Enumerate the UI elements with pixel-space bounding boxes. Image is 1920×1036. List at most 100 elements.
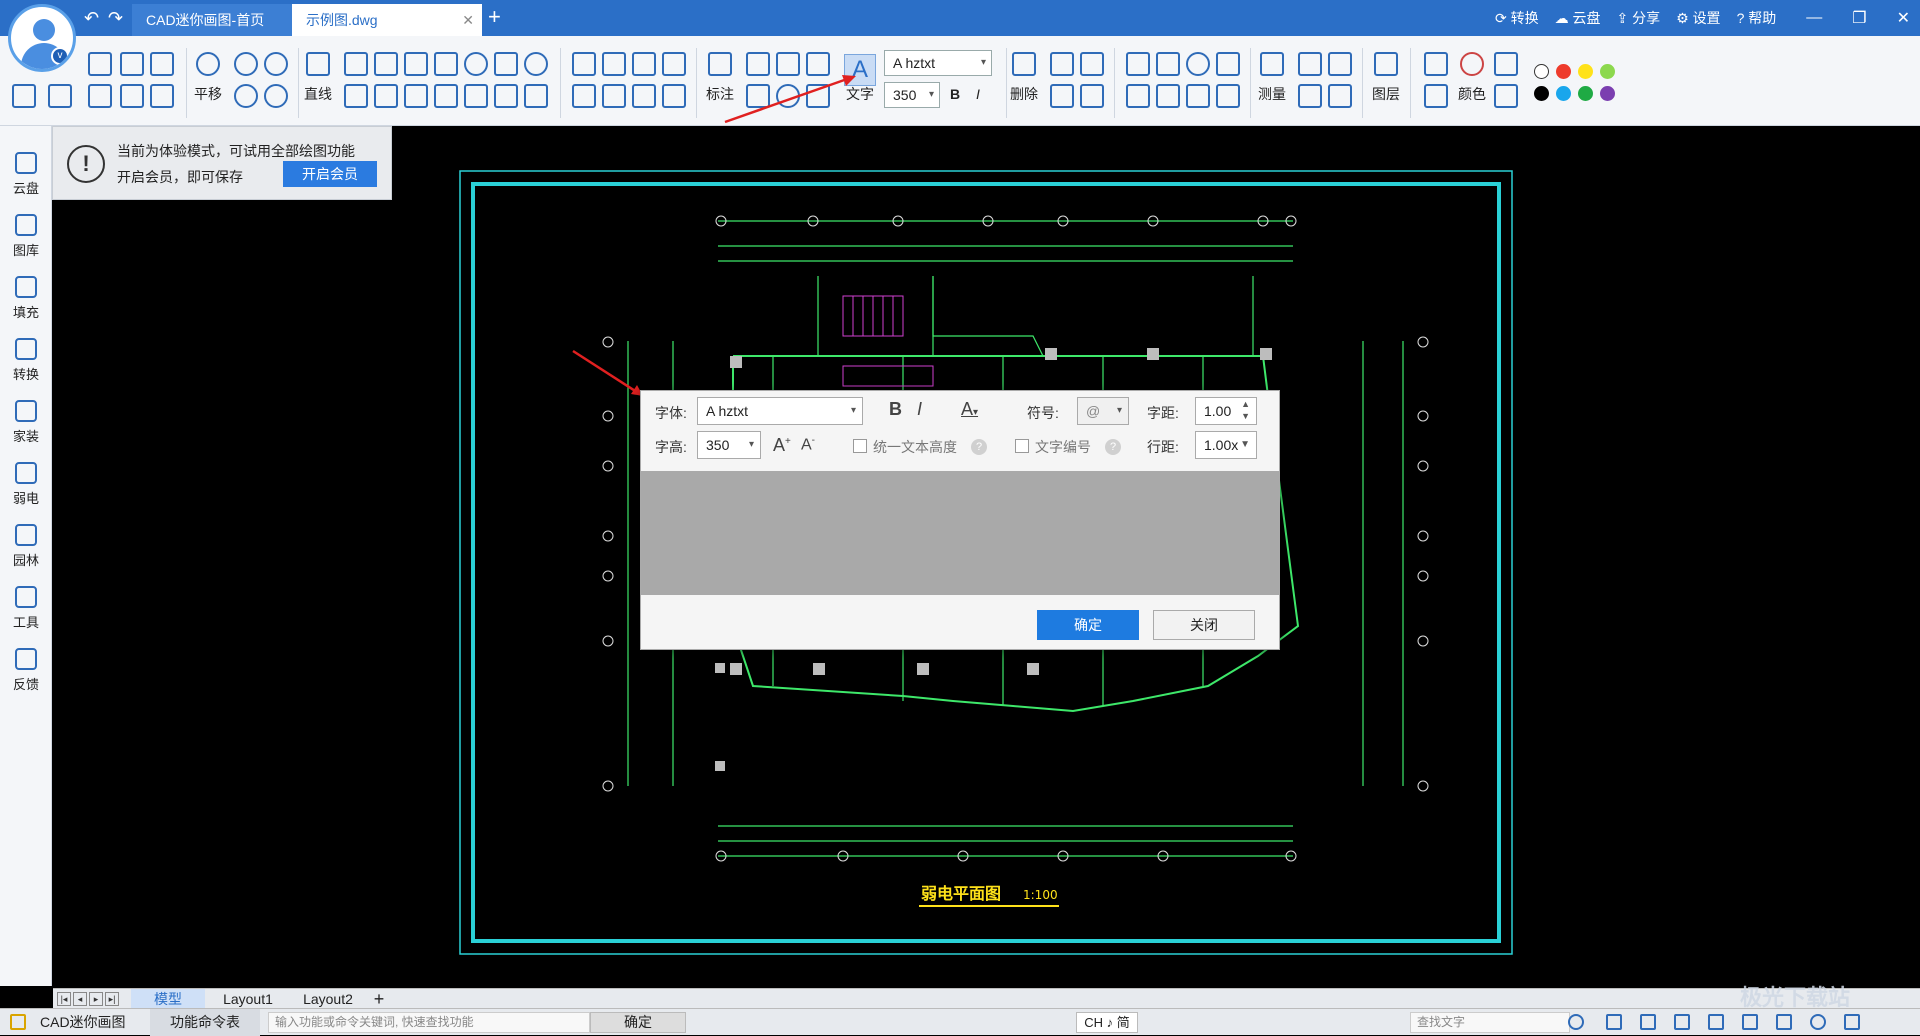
ribbon-bold-button[interactable]: B bbox=[950, 86, 960, 102]
area-icon[interactable] bbox=[1298, 52, 1322, 76]
tab-layout2[interactable]: Layout2 bbox=[291, 989, 365, 1009]
explode-icon[interactable] bbox=[1156, 84, 1180, 108]
box-icon[interactable] bbox=[494, 52, 518, 76]
copy-icon[interactable] bbox=[1050, 52, 1074, 76]
stamp-icon[interactable] bbox=[1080, 84, 1104, 108]
line-spacing-select[interactable]: 1.00x ▼ bbox=[1195, 431, 1257, 459]
curve-icon[interactable] bbox=[434, 84, 458, 108]
shrink-text-button[interactable]: A- bbox=[801, 435, 815, 454]
count-icon[interactable] bbox=[1328, 52, 1352, 76]
offset-icon[interactable] bbox=[1126, 84, 1150, 108]
height-select[interactable]: 350 ▾ bbox=[697, 431, 761, 459]
sidebar-item-cloud[interactable]: 云盘 bbox=[0, 146, 52, 208]
pan-label[interactable]: 平移 bbox=[194, 84, 222, 104]
chamfer-icon[interactable] bbox=[662, 52, 686, 76]
import-icon[interactable] bbox=[48, 84, 72, 108]
arc-icon[interactable] bbox=[374, 52, 398, 76]
maximize-icon[interactable]: ❐ bbox=[1852, 8, 1866, 28]
avatar[interactable]: v bbox=[8, 4, 76, 72]
rotate-icon[interactable] bbox=[1186, 52, 1210, 76]
spacing-stepper[interactable]: 1.00 ▲ ▼ bbox=[1195, 397, 1257, 425]
export-image-icon[interactable] bbox=[150, 84, 174, 108]
tab-model[interactable]: 模型 bbox=[131, 989, 205, 1009]
back-icon[interactable] bbox=[12, 84, 36, 108]
color-swatch[interactable] bbox=[1534, 64, 1549, 79]
command-input[interactable]: 输入功能或命令关键词, 快速查找功能 bbox=[268, 1012, 590, 1033]
paste-icon[interactable] bbox=[1050, 84, 1074, 108]
tab-layout1[interactable]: Layout1 bbox=[211, 989, 285, 1009]
line-weight-icon[interactable] bbox=[1424, 52, 1448, 76]
rectangle-icon[interactable] bbox=[404, 52, 428, 76]
color-wheel-icon[interactable] bbox=[1460, 52, 1484, 76]
hatch-icon[interactable] bbox=[632, 84, 656, 108]
delete-label[interactable]: 删除 bbox=[1010, 84, 1038, 104]
window-close-icon[interactable]: ✕ bbox=[1897, 8, 1910, 28]
pdf-icon[interactable] bbox=[120, 84, 144, 108]
image-icon[interactable] bbox=[1298, 84, 1322, 108]
line-type-icon[interactable] bbox=[1424, 84, 1448, 108]
table-icon[interactable] bbox=[1328, 84, 1352, 108]
zoom-window-icon[interactable] bbox=[234, 84, 258, 108]
color-swatch[interactable] bbox=[1556, 64, 1571, 79]
mirror-icon[interactable] bbox=[1186, 84, 1210, 108]
new-tab-icon[interactable]: + bbox=[488, 4, 501, 30]
text-input-area[interactable] bbox=[641, 471, 1279, 595]
bold-button[interactable]: B bbox=[889, 399, 902, 420]
help-icon[interactable]: ? bbox=[971, 439, 987, 455]
parallelogram-icon[interactable] bbox=[404, 84, 428, 108]
ortho-icon[interactable] bbox=[1708, 1014, 1724, 1030]
group-icon[interactable] bbox=[1216, 84, 1240, 108]
triangle-icon[interactable] bbox=[344, 84, 368, 108]
ribbon-font-select[interactable]: A hztxt ▾ bbox=[884, 50, 992, 76]
line-label[interactable]: 直线 bbox=[304, 84, 332, 104]
command-table-button[interactable]: 功能命令表 bbox=[150, 1009, 260, 1036]
sidebar-item-tools[interactable]: 工具 bbox=[0, 580, 52, 642]
help-icon[interactable]: ? bbox=[1105, 439, 1121, 455]
stepper-arrows-icon[interactable]: ▲ ▼ bbox=[1241, 398, 1250, 422]
polar-icon[interactable] bbox=[1742, 1014, 1758, 1030]
grow-text-button[interactable]: A+ bbox=[773, 435, 791, 456]
convert-top-button[interactable]: ⟳ 转换 bbox=[1495, 8, 1539, 28]
tab-home[interactable]: CAD迷你画图-首页 bbox=[132, 4, 292, 36]
scale-icon[interactable] bbox=[1156, 52, 1180, 76]
ok-button[interactable]: 确定 bbox=[1037, 610, 1139, 640]
dot-grid-icon[interactable] bbox=[1674, 1014, 1690, 1030]
color-label[interactable]: 颜色 bbox=[1458, 84, 1486, 104]
match-prop-icon[interactable] bbox=[1494, 52, 1518, 76]
color-swatch[interactable] bbox=[1534, 86, 1549, 101]
polyline-icon[interactable] bbox=[344, 52, 368, 76]
ribbon-italic-button[interactable]: I bbox=[976, 86, 980, 102]
extend-icon[interactable] bbox=[572, 52, 596, 76]
open-membership-button[interactable]: 开启会员 bbox=[283, 161, 377, 187]
delete-icon[interactable] bbox=[1012, 52, 1036, 76]
color-swatch[interactable] bbox=[1556, 86, 1571, 101]
insert-block-icon[interactable] bbox=[602, 84, 626, 108]
rounded-rect-icon[interactable] bbox=[494, 84, 518, 108]
open-file-icon[interactable] bbox=[88, 52, 112, 76]
sidebar-item-home[interactable]: 家装 bbox=[0, 394, 52, 456]
color-picker-icon[interactable] bbox=[1494, 84, 1518, 108]
ime-indicator[interactable]: CH ♪ 简 bbox=[1076, 1012, 1138, 1033]
minimize-icon[interactable]: — bbox=[1806, 9, 1822, 27]
sidebar-item-fill[interactable]: 填充 bbox=[0, 270, 52, 332]
trapezoid-icon[interactable] bbox=[464, 84, 488, 108]
color-icon[interactable] bbox=[1810, 1014, 1826, 1030]
crosshair-icon[interactable] bbox=[1776, 1014, 1792, 1030]
sidebar-item-electric[interactable]: 弱电 bbox=[0, 456, 52, 518]
ribbon-height-select[interactable]: 350 ▾ bbox=[884, 82, 940, 108]
color-swatch[interactable] bbox=[1578, 64, 1593, 79]
snap-icon[interactable] bbox=[1606, 1014, 1622, 1030]
italic-button[interactable]: I bbox=[917, 399, 922, 420]
search-icon[interactable] bbox=[1568, 1014, 1584, 1030]
help-top-button[interactable]: ? 帮助 bbox=[1737, 8, 1777, 28]
measure-icon[interactable] bbox=[1260, 52, 1284, 76]
arrow-icon[interactable] bbox=[524, 84, 548, 108]
first-tab-icon[interactable]: |◂ bbox=[57, 992, 71, 1006]
next-tab-icon[interactable]: ▸ bbox=[89, 992, 103, 1006]
color-swatch[interactable] bbox=[1600, 64, 1615, 79]
measure-label[interactable]: 测量 bbox=[1258, 84, 1286, 104]
pentagon-icon[interactable] bbox=[374, 84, 398, 108]
array-icon[interactable] bbox=[1216, 52, 1240, 76]
command-confirm-button[interactable]: 确定 bbox=[590, 1012, 686, 1033]
grid-icon[interactable] bbox=[1640, 1014, 1656, 1030]
